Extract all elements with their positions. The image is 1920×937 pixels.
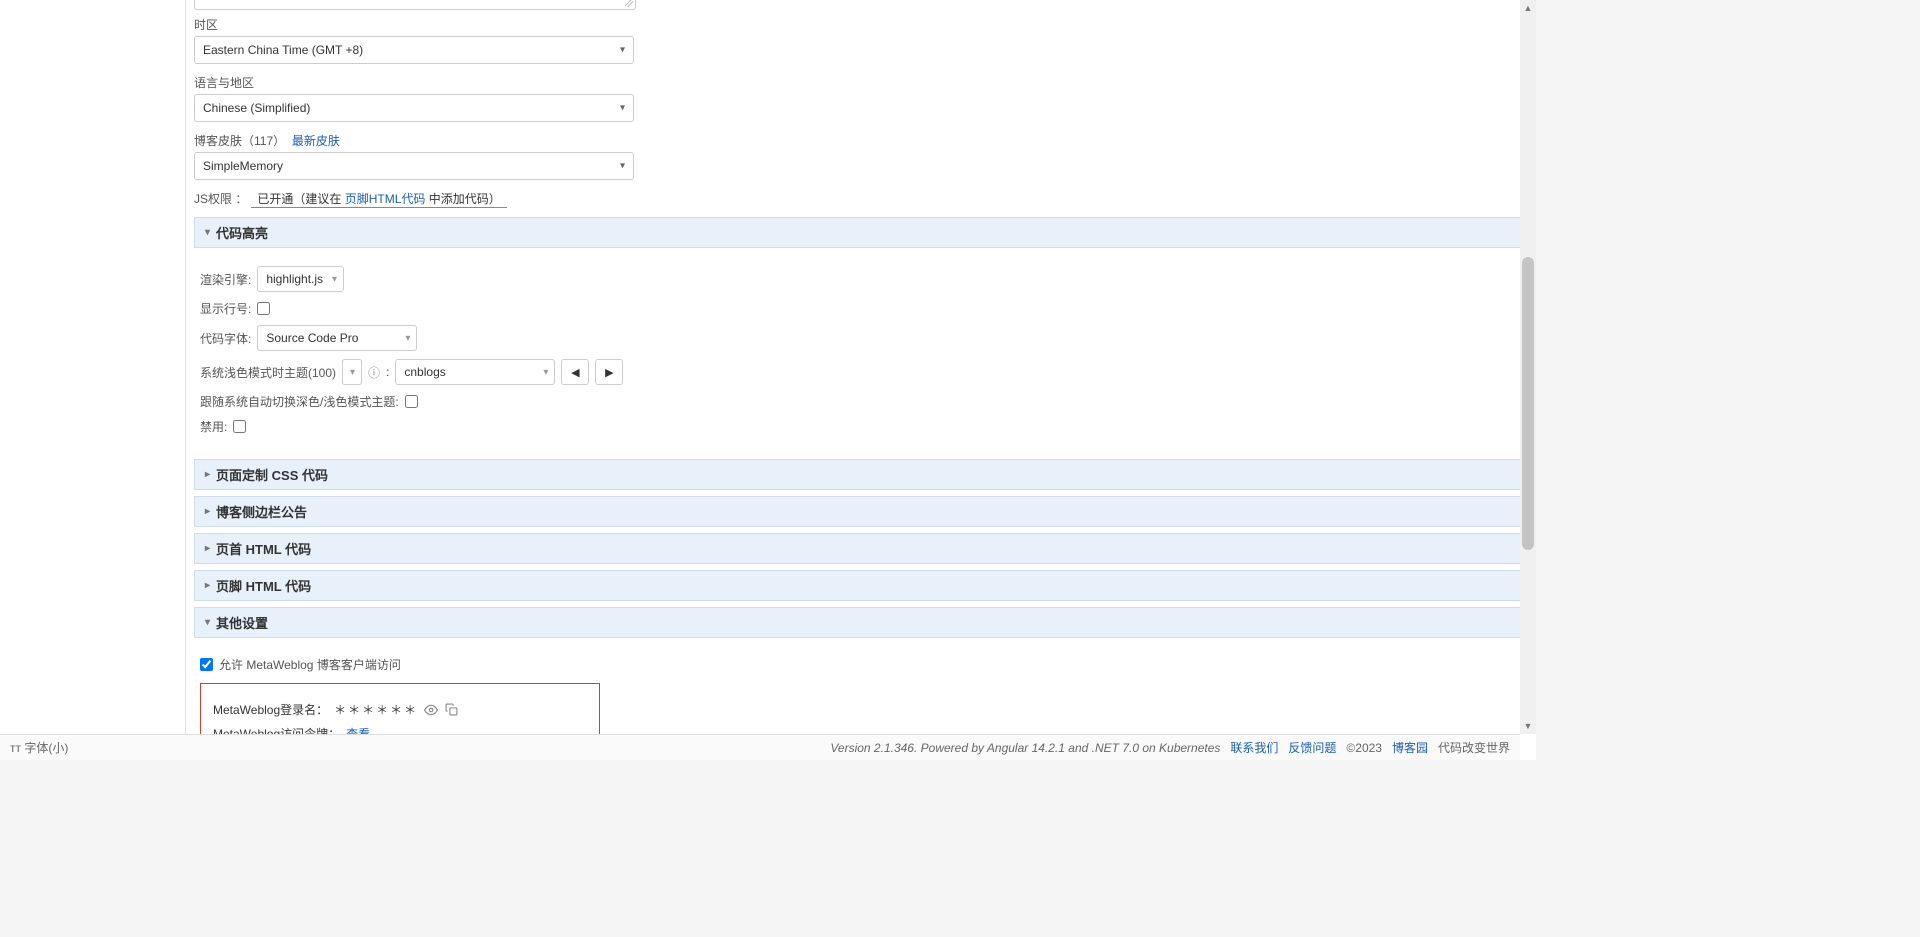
js-perm-label: JS权限 ： (194, 192, 247, 206)
copyright-text: ©2023 (1346, 741, 1382, 755)
font-size-indicator[interactable]: ᴛᴛ 字体(小) (10, 739, 68, 756)
section-header-html[interactable]: ▸ 页首 HTML 代码 (194, 533, 1528, 564)
auto-switch-label: 跟随系统自动切换深色/浅色模式主题: (200, 393, 399, 410)
section-other[interactable]: ▾ 其他设置 (194, 607, 1528, 638)
skin-label: 博客皮肤（117） 最新皮肤 (194, 132, 1528, 149)
language-value: Chinese (Simplified) (203, 101, 310, 115)
chevron-down-icon: ▾ (205, 617, 210, 628)
section-sidebar-title: 博客侧边栏公告 (216, 502, 307, 521)
code-font-select[interactable]: Source Code Pro (257, 325, 417, 351)
scroll-up-arrow[interactable]: ▲ (1520, 0, 1536, 16)
allow-metaweblog-checkbox[interactable] (200, 658, 213, 671)
section-css[interactable]: ▸ 页面定制 CSS 代码 (194, 459, 1528, 490)
theme-dropdown-icon[interactable] (342, 359, 362, 385)
latest-skin-link[interactable]: 最新皮肤 (292, 134, 340, 148)
section-sidebar-notice[interactable]: ▸ 博客侧边栏公告 (194, 496, 1528, 527)
allow-metaweblog-label: 允许 MetaWeblog 博客客户端访问 (219, 656, 401, 673)
scrollbar-thumb[interactable] (1522, 257, 1534, 551)
timezone-select[interactable]: Eastern China Time (GMT +8) (194, 36, 634, 64)
section-header-html-title: 页首 HTML 代码 (216, 539, 311, 558)
version-text: Version 2.1.346. Powered by Angular 14.2… (830, 741, 1220, 755)
theme-prev-button[interactable]: ◀ (561, 359, 589, 385)
render-engine-label: 渲染引擎: (200, 271, 251, 288)
slogan-text: 代码改变世界 (1438, 739, 1510, 756)
chevron-right-icon: ▸ (205, 543, 210, 554)
copy-icon[interactable] (444, 703, 458, 717)
chevron-right-icon: ▸ (205, 580, 210, 591)
theme-next-button[interactable]: ▶ (595, 359, 623, 385)
chevron-right-icon: ▸ (205, 469, 210, 480)
footer-bar: ᴛᴛ 字体(小) Version 2.1.346. Powered by Ang… (0, 734, 1520, 760)
section-css-title: 页面定制 CSS 代码 (216, 465, 328, 484)
eye-icon[interactable] (424, 703, 438, 717)
linenum-checkbox[interactable] (257, 302, 270, 315)
site-link[interactable]: 博客园 (1392, 739, 1428, 756)
mw-login-label: MetaWeblog登录名： (213, 701, 328, 718)
section-other-title: 其他设置 (216, 613, 268, 632)
code-font-label: 代码字体: (200, 330, 251, 347)
skin-select[interactable]: SimpleMemory (194, 152, 634, 180)
left-sidebar (0, 0, 186, 760)
light-theme-label: 系统浅色模式时主题(100) (200, 364, 336, 381)
timezone-value: Eastern China Time (GMT +8) (203, 43, 363, 57)
render-engine-select[interactable]: highlight.js (257, 266, 344, 292)
disable-label: 禁用: (200, 418, 227, 435)
timezone-label: 时区 (194, 16, 1528, 33)
chevron-down-icon: ▾ (205, 227, 210, 238)
mw-login-value: ＊＊＊＊＊＊ (334, 701, 418, 718)
section-code-highlight[interactable]: ▾ 代码高亮 (194, 217, 1528, 248)
section-footer-html-title: 页脚 HTML 代码 (216, 576, 311, 595)
chevron-right-icon: ▸ (205, 506, 210, 517)
skin-value: SimpleMemory (203, 159, 283, 173)
language-label: 语言与地区 (194, 74, 1528, 91)
section-footer-html[interactable]: ▸ 页脚 HTML 代码 (194, 570, 1528, 601)
language-select[interactable]: Chinese (Simplified) (194, 94, 634, 122)
textarea-resize-handle[interactable] (194, 0, 636, 10)
section-code-highlight-title: 代码高亮 (216, 223, 268, 242)
contact-link[interactable]: 联系我们 (1230, 739, 1278, 756)
footer-html-link[interactable]: 页脚HTML代码 (345, 192, 426, 206)
vertical-scrollbar[interactable]: ▲ ▼ (1520, 0, 1536, 734)
help-icon[interactable]: ⓘ (368, 364, 380, 381)
auto-switch-checkbox[interactable] (405, 395, 418, 408)
light-theme-select[interactable]: cnblogs (395, 359, 555, 385)
feedback-link[interactable]: 反馈问题 (1288, 739, 1336, 756)
scroll-down-arrow[interactable]: ▼ (1520, 718, 1536, 734)
disable-checkbox[interactable] (233, 420, 246, 433)
linenum-label: 显示行号: (200, 300, 251, 317)
main-panel: 时区 Eastern China Time (GMT +8) 语言与地区 Chi… (186, 0, 1536, 760)
js-perm-status: 已开通（建议在 页脚HTML代码 中添加代码） (251, 192, 508, 208)
